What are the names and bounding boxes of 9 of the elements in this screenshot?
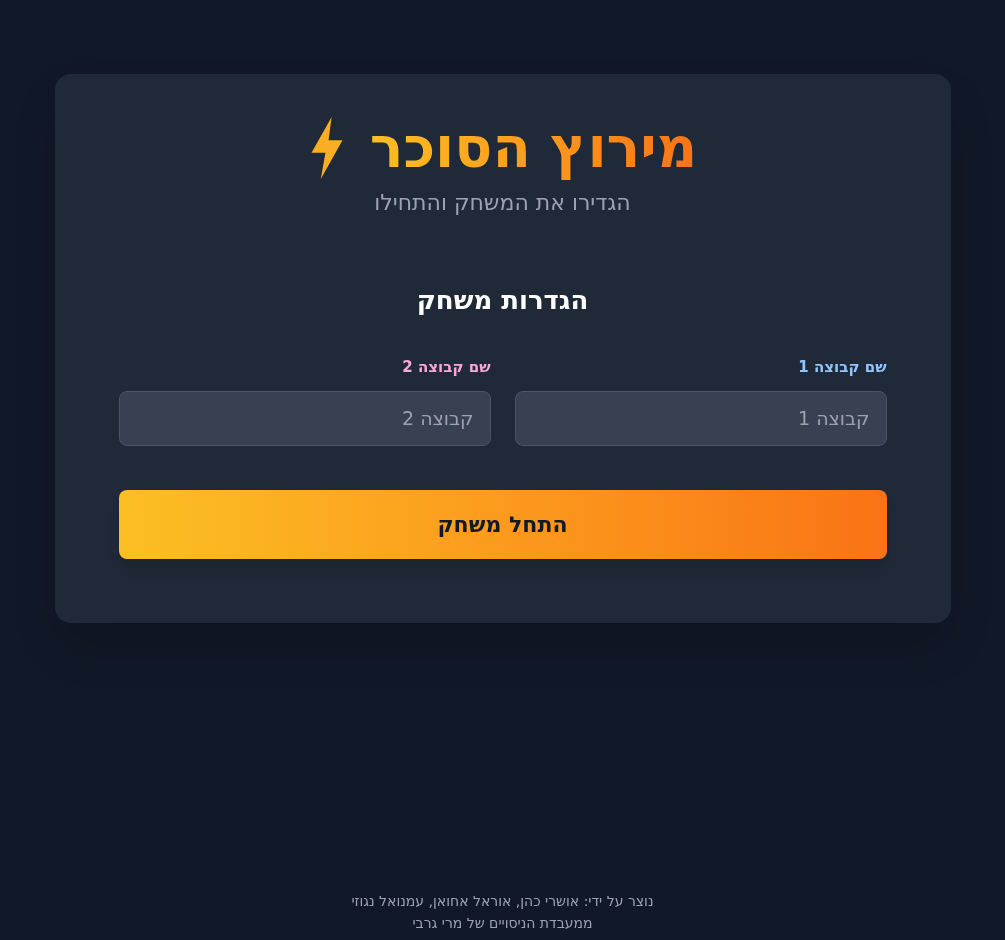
footer-text: נוצר על ידי: אושרי כהן, אוראל אחואן, עמנואל נגוזי [351,892,654,911]
section-heading: הגדרות משחק [416,284,589,317]
subtitle: הגדירו את המשחק והתחילו [374,189,631,217]
team-name-field[interactable]: קבוצה 2 [118,390,491,446]
team-name-field[interactable]: קבוצה 1 [514,390,887,446]
start-game-button[interactable]: התחל משחק [118,489,887,559]
field-label: שם קבוצה 1 [797,357,887,378]
footer-text: ממעבדת הניסויים של מרי גרבי [412,914,593,933]
field-label: שם קבוצה 2 [401,357,491,378]
